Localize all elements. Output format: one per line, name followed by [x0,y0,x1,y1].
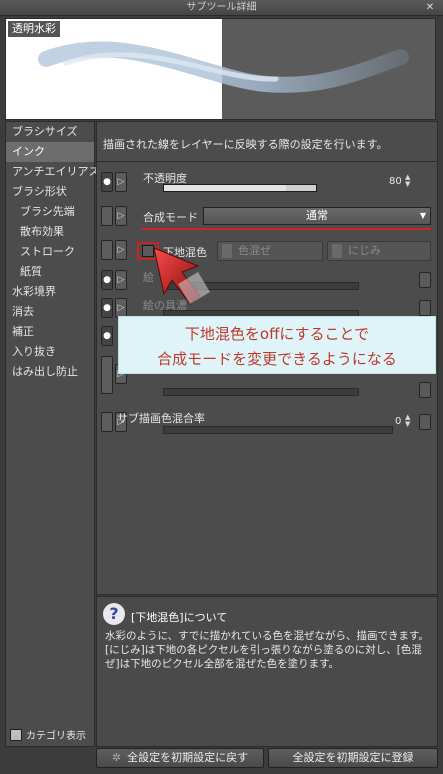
eye-icon[interactable]: ● [101,326,113,346]
pin-handle[interactable] [101,206,113,226]
opacity-value[interactable]: 80 [389,176,402,187]
sub-rate-spinner-icon[interactable]: ▲ ▼ [405,414,415,428]
eye-icon[interactable]: ● [101,172,113,192]
category-display-toggle[interactable]: カテゴリ表示 [10,727,86,742]
category-display-checkbox[interactable] [10,728,22,741]
brush-preview: 透明水彩 [5,18,436,120]
pressure-toggle[interactable] [419,414,431,430]
sidebar-item-watercolor-edge[interactable]: 水彩境界 [6,282,94,302]
hidden-setting-slider[interactable] [163,388,359,396]
panel-description: 描画された線をレイヤーに反映する際の設定を行います。 [103,138,388,151]
sub-rate-label: サブ描画色混合率 [117,412,205,425]
window-titlebar: サブツール詳細 ✕ [0,0,443,16]
preview-label: 透明水彩 [8,21,60,37]
pressure-toggle[interactable] [419,272,431,288]
expand-arrow-icon[interactable]: ▷ [115,240,127,260]
opacity-row: ● ▷ 不透明度 80 ▲ ▼ [97,172,437,196]
sidebar-item-paper-texture[interactable]: 紙質 [6,262,94,282]
pin-handle[interactable] [101,356,113,394]
sidebar-item-brush-tip[interactable]: ブラシ先端 [6,202,94,222]
bleed-icon [332,244,342,258]
eye-icon[interactable]: ● [101,298,113,318]
option-bleed[interactable]: にじみ [327,241,431,261]
help-question-icon: ? [103,603,125,625]
blend-mode-row: ▷ 合成モード 通常 ▼ [97,206,437,230]
pin-handle[interactable] [101,240,113,260]
opacity-slider-fill [164,185,286,191]
sidebar-item-overflow-prevention[interactable]: はみ出し防止 [6,362,94,382]
pressure-toggle[interactable] [419,300,431,316]
category-sidebar: ブラシサイズ インク アンチエイリアス ブラシ形状 ブラシ先端 散布効果 ストロ… [5,121,100,747]
color-mix-icon [222,244,232,258]
register-default-button[interactable]: 全設定を初期設定に登録 [268,748,438,768]
reset-icon: ✲ [111,751,122,764]
expand-arrow-icon[interactable]: ▷ [115,270,127,290]
blend-mode-value: 通常 [306,209,328,222]
pin-handle[interactable] [101,412,113,432]
window-title: サブツール詳細 [186,2,257,13]
reset-to-default-button[interactable]: ✲ 全設定を初期設定に戻す [96,748,264,768]
opacity-slider[interactable] [163,184,317,192]
sidebar-item-ink[interactable]: インク [6,142,94,162]
sub-rate-row: ▷ サブ描画色混合率 0 ▲ ▼ [97,412,437,436]
sidebar-item-stroke[interactable]: ストローク [6,242,94,262]
pointer-arrow-icon [153,247,210,305]
sidebar-item-erase[interactable]: 消去 [6,302,94,322]
expand-arrow-icon[interactable]: ▷ [115,172,127,192]
blend-mode-dropdown[interactable]: 通常 ▼ [203,207,431,225]
eye-icon[interactable]: ● [101,270,113,290]
divider [97,161,437,162]
expand-arrow-icon[interactable]: ▷ [115,298,127,318]
sidebar-item-brush-size[interactable]: ブラシサイズ [6,122,94,142]
opacity-spinner-icon[interactable]: ▲ ▼ [405,174,415,188]
sub-rate-slider[interactable] [163,426,393,434]
sidebar-item-spray[interactable]: 散布効果 [6,222,94,242]
stroke-preview [38,41,409,93]
blend-mode-underline [141,228,431,230]
expand-arrow-icon[interactable]: ▷ [115,206,127,226]
sidebar-item-start-end[interactable]: 入り抜き [6,342,94,362]
sub-rate-value[interactable]: 0 [395,416,401,427]
sidebar-item-brush-shape[interactable]: ブラシ形状 [6,182,94,202]
sidebar-item-anti-alias[interactable]: アンチエイリアス [6,162,100,182]
chevron-down-icon: ▼ [419,211,426,220]
underlying-mix-row: ▷ 下地混色 色混ぜ にじみ [97,240,437,264]
help-title: [下地混色]について [131,611,228,624]
sidebar-item-correction[interactable]: 補正 [6,322,94,342]
close-icon[interactable]: ✕ [423,2,437,14]
help-panel: ? [下地混色]について 水彩のように、すでに描かれている色を混ぜながら、描画で… [96,596,438,747]
pressure-toggle[interactable] [419,382,431,398]
help-body: 水彩のように、すでに描かれている色を混ぜながら、描画できます。[にじみ]は下地の… [105,630,429,670]
blend-mode-label: 合成モード [143,211,198,224]
annotation-line-2: 合成モードを変更できるようになる [157,350,397,368]
option-color-mix[interactable]: 色混ぜ [217,241,323,261]
category-display-label: カテゴリ表示 [26,731,86,742]
paint-amount-row: ● ▷ 絵 [97,270,437,294]
